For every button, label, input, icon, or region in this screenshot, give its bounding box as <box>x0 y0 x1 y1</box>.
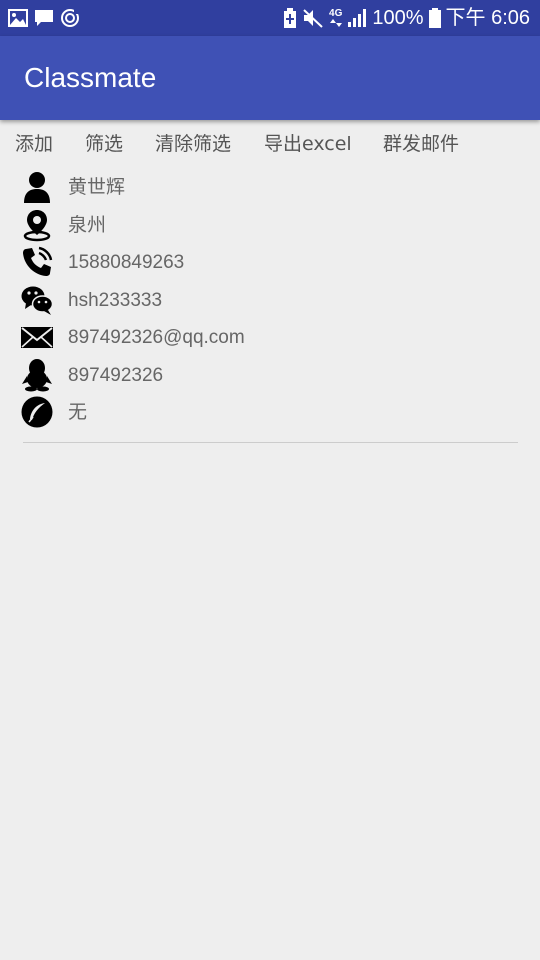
group-email-button[interactable]: 群发邮件 <box>383 124 459 164</box>
contact-wechat: hsh233333 <box>68 289 163 311</box>
sync-icon <box>60 8 80 28</box>
status-system: 4G 100% 下午 6:06 <box>283 0 530 36</box>
contact-qq-row: 897492326 <box>20 356 518 394</box>
export-excel-button[interactable]: 导出excel <box>264 124 352 164</box>
add-button[interactable]: 添加 <box>15 124 53 164</box>
battery-percent: 100% <box>372 7 424 29</box>
location-pin-icon <box>20 208 54 242</box>
filter-button[interactable]: 筛选 <box>85 124 123 164</box>
contact-weibo: 无 <box>68 402 88 423</box>
contact-name: 黄世辉 <box>68 177 126 198</box>
feather-icon <box>20 395 54 429</box>
status-bar: 4G 100% 下午 6:06 <box>0 0 540 36</box>
qq-penguin-icon <box>20 358 54 392</box>
battery-saver-icon <box>283 8 297 28</box>
signal-icon <box>347 8 367 28</box>
clock: 下午 6:06 <box>445 7 530 29</box>
app-title: Classmate <box>24 62 157 93</box>
contact-wechat-row: hsh233333 <box>20 281 518 319</box>
contact-weibo-row: 无 <box>20 393 518 431</box>
contact-phone: 15880849263 <box>68 252 185 273</box>
divider <box>23 442 518 443</box>
clear-filter-button[interactable]: 清除筛选 <box>155 124 231 164</box>
battery-icon <box>428 8 441 28</box>
contact-qq: 897492326 <box>68 364 164 386</box>
image-icon <box>8 9 28 27</box>
message-icon <box>34 9 54 27</box>
contact-location: 泉州 <box>68 214 107 236</box>
status-notifications <box>8 0 80 36</box>
phone-icon <box>20 245 54 279</box>
app-bar: Classmate <box>0 36 540 120</box>
contact-phone-row: 15880849263 <box>20 243 518 281</box>
contact-email-row: 897492326@qq.com <box>20 318 518 356</box>
mute-icon <box>302 8 324 28</box>
contact-card[interactable]: 黄世辉 泉州 15880849263 hsh233333 897492326@q… <box>20 168 518 431</box>
action-bar: 添加 筛选 清除筛选 导出excel 群发邮件 <box>0 124 540 164</box>
contact-location-row: 泉州 <box>20 206 518 244</box>
contact-name-row: 黄世辉 <box>20 168 518 206</box>
contact-email: 897492326@qq.com <box>68 327 245 348</box>
network-4g-icon: 4G <box>329 9 342 27</box>
person-icon <box>20 170 54 204</box>
wechat-icon <box>20 283 54 317</box>
envelope-icon <box>20 320 54 354</box>
